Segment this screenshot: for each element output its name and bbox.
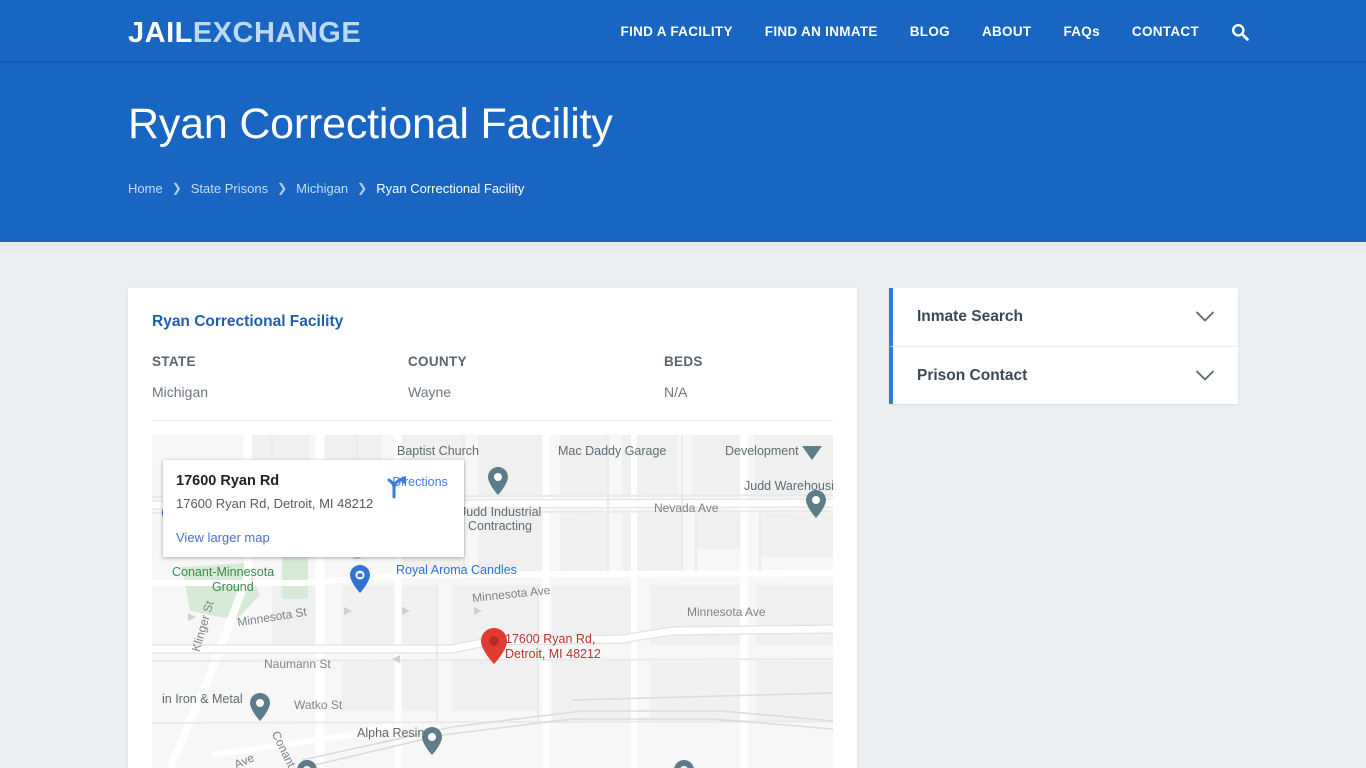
- map-poi-pin[interactable]: [250, 693, 270, 721]
- map-poi-pin[interactable]: [488, 467, 508, 495]
- section-divider: [152, 420, 833, 421]
- map-info-address: 17600 Ryan Rd, Detroit, MI 48212: [176, 496, 374, 511]
- map-pin-icon: [481, 628, 507, 664]
- map-label-business[interactable]: Royal Aroma Candles: [396, 563, 517, 577]
- view-larger-map-link[interactable]: View larger map: [176, 530, 270, 545]
- meta-label-state: STATE: [152, 354, 196, 369]
- breadcrumb-item-current: Ryan Correctional Facility: [376, 181, 525, 196]
- chevron-down-icon: [1196, 311, 1214, 322]
- map-info-card: 17600 Ryan Rd 17600 Ryan Rd, Detroit, MI…: [163, 460, 464, 557]
- map-label-poi: Mac Daddy Garage: [558, 444, 667, 458]
- marker-label-line-1: 17600 Ryan Rd,: [505, 632, 596, 646]
- map-label-poi: Contracting: [468, 519, 532, 533]
- map-business-pin[interactable]: [350, 565, 370, 593]
- nav-item-find-a-facility[interactable]: FIND A FACILITY: [605, 0, 749, 63]
- map-label-poi: in Iron & Metal: [162, 692, 243, 706]
- map-label-poi: Development: [725, 444, 799, 458]
- facility-meta-state: STATE Michigan: [152, 354, 408, 400]
- nav-item-faqs[interactable]: FAQs: [1047, 0, 1115, 63]
- nav-item-find-an-inmate[interactable]: FIND AN INMATE: [749, 0, 894, 63]
- page-title: Ryan Correctional Facility: [128, 100, 613, 148]
- nav-item-blog[interactable]: BLOG: [894, 0, 966, 63]
- map-label-street: Nevada Ave: [654, 501, 719, 515]
- chevron-right-icon: ❯: [171, 180, 182, 195]
- meta-label-county: COUNTY: [408, 354, 467, 369]
- facility-name: Ryan Correctional Facility: [152, 313, 344, 330]
- logo-text-secondary: EXCHANGE: [192, 17, 362, 49]
- search-icon[interactable]: [1229, 21, 1251, 43]
- marker-label-line-2: Detroit, MI 48212: [505, 647, 601, 661]
- sidebar: Inmate Search Prison Contact: [889, 288, 1238, 404]
- meta-value-state: Michigan: [152, 384, 209, 400]
- facility-detail-card: Ryan Correctional Facility STATE Michiga…: [128, 288, 857, 768]
- facility-meta-row: STATE Michigan COUNTY Wayne BEDS N/A: [152, 354, 833, 400]
- map-label-street: Minnesota Ave: [687, 605, 766, 619]
- map-label-park: Conant-Minnesota: [172, 565, 275, 579]
- accordion-title: Inmate Search: [917, 308, 1023, 325]
- nav-item-about[interactable]: ABOUT: [966, 0, 1048, 63]
- map-label-street: Watko St: [294, 698, 343, 712]
- breadcrumb-item-state-prisons[interactable]: State Prisons: [191, 181, 268, 196]
- logo-text-primary: JAIL: [128, 17, 193, 49]
- map-poi-pin[interactable]: [297, 760, 317, 768]
- breadcrumb: Home ❯ State Prisons ❯ Michigan ❯ Ryan C…: [128, 180, 525, 197]
- map-label-poi: Baptist Church: [397, 444, 479, 458]
- meta-value-county: Wayne: [408, 384, 452, 400]
- nav-item-contact[interactable]: CONTACT: [1116, 0, 1215, 63]
- top-navigation-bar: JAILEXCHANGE FIND A FACILITY FIND AN INM…: [0, 0, 1366, 63]
- map-label-poi: Alpha Resins: [357, 726, 431, 740]
- chevron-right-icon: ❯: [357, 180, 368, 195]
- chevron-right-icon: ❯: [277, 180, 288, 195]
- sidebar-accordion-inmate-search[interactable]: Inmate Search: [889, 288, 1238, 346]
- facility-meta-beds: BEDS N/A: [664, 354, 833, 400]
- primary-marker-label: 17600 Ryan Rd, Detroit, MI 48212: [505, 632, 601, 662]
- site-logo[interactable]: JAILEXCHANGE: [128, 17, 361, 50]
- map-marker-triangle[interactable]: [802, 446, 822, 460]
- directions-button[interactable]: Directions: [385, 473, 455, 499]
- accordion-title: Prison Contact: [917, 366, 1028, 384]
- sidebar-accordion-prison-contact[interactable]: Prison Contact: [889, 346, 1238, 404]
- primary-nav-links: FIND A FACILITY FIND AN INMATE BLOG ABOU…: [605, 0, 1251, 63]
- breadcrumb-item-michigan[interactable]: Michigan: [296, 181, 348, 196]
- chevron-down-icon: [1196, 370, 1214, 381]
- directions-fork-icon: [387, 476, 406, 499]
- facility-meta-county: COUNTY Wayne: [408, 354, 664, 400]
- map-poi-pin[interactable]: [806, 490, 826, 518]
- map-info-title: 17600 Ryan Rd: [176, 473, 280, 489]
- breadcrumb-item-home[interactable]: Home: [128, 181, 163, 196]
- page-hero: Ryan Correctional Facility Home ❯ State …: [0, 63, 1366, 242]
- hero-bottom-shade: [0, 242, 1366, 250]
- map-label-poi: Judd Industrial: [460, 505, 542, 519]
- map-poi-pin[interactable]: [674, 760, 694, 768]
- map-poi-pin[interactable]: [422, 727, 442, 755]
- map-label-park: Ground: [212, 580, 254, 594]
- meta-label-beds: BEDS: [664, 354, 703, 369]
- map-label-street: Naumann St: [264, 657, 331, 671]
- location-map[interactable]: Baptist Church Mac Daddy Garage Developm…: [152, 435, 833, 768]
- meta-value-beds: N/A: [664, 384, 688, 400]
